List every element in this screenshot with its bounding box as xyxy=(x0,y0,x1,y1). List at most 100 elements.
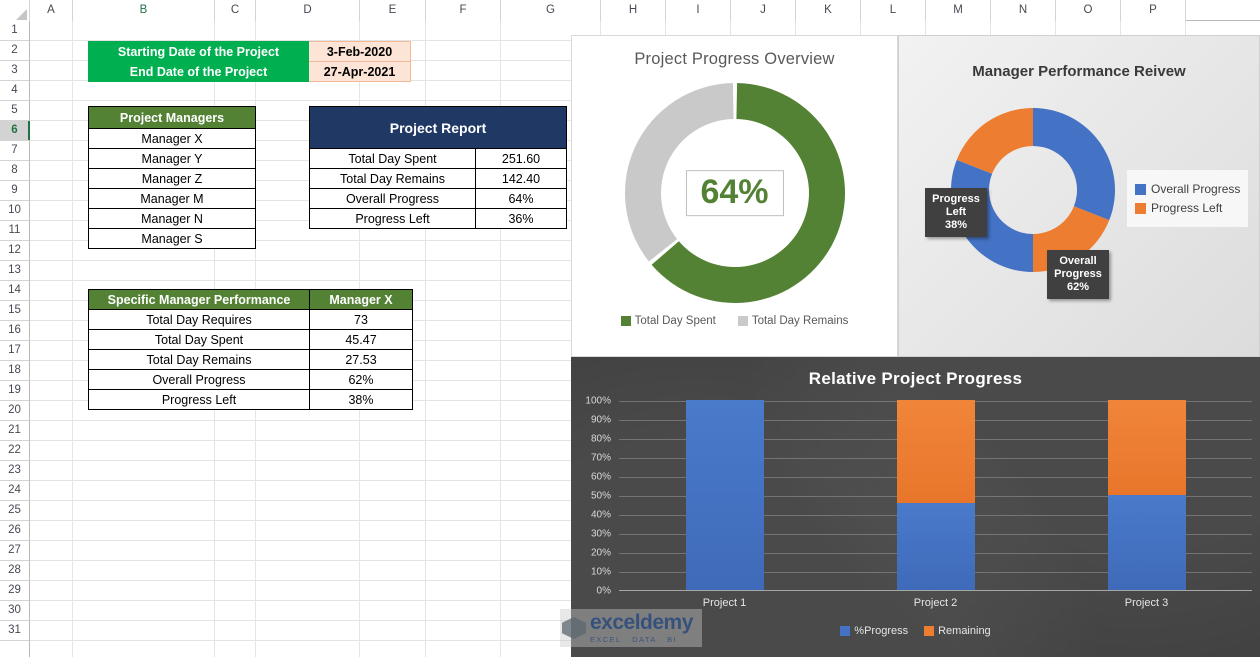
row-header-29[interactable]: 29 xyxy=(0,581,29,601)
legend-item[interactable]: Remaining xyxy=(924,625,991,637)
row-header-21[interactable]: 21 xyxy=(0,421,29,441)
column-header-f[interactable]: F xyxy=(426,0,501,21)
row-header-28[interactable]: 28 xyxy=(0,561,29,581)
row-header-30[interactable]: 30 xyxy=(0,601,29,621)
performance-value[interactable]: 38% xyxy=(309,389,413,410)
column-header-k[interactable]: K xyxy=(796,0,861,21)
legend-item[interactable]: Progress Left xyxy=(1135,201,1240,215)
legend-item[interactable]: %Progress xyxy=(840,625,908,637)
chart-plot-area: 100% 90% 80% 70% 60% 50% 40% 30% 20% 10% 0% Projec… xyxy=(571,396,1260,609)
column-header-n[interactable]: N xyxy=(991,0,1056,21)
start-date-value[interactable]: 3-Feb-2020 xyxy=(308,41,411,62)
manager-cell[interactable]: Manager X xyxy=(88,128,256,149)
project-managers-header: Project Managers xyxy=(88,106,256,129)
report-value[interactable]: 36% xyxy=(475,208,567,229)
donut-segment[interactable] xyxy=(956,108,1033,174)
row-header-16[interactable]: 16 xyxy=(0,321,29,341)
legend-item[interactable]: Total Day Remains xyxy=(737,315,848,327)
bar-segment[interactable] xyxy=(896,502,975,590)
row-header-9[interactable]: 9 xyxy=(0,181,29,201)
row-header-27[interactable]: 27 xyxy=(0,541,29,561)
row-header-22[interactable]: 22 xyxy=(0,441,29,461)
bar-segment[interactable] xyxy=(685,400,764,590)
column-header-o[interactable]: O xyxy=(1056,0,1121,21)
performance-value[interactable]: 45.47 xyxy=(309,329,413,350)
data-label-name: Progress Left xyxy=(932,193,980,218)
performance-value[interactable]: 27.53 xyxy=(309,349,413,370)
column-header-c[interactable]: C xyxy=(215,0,256,21)
column-header-p[interactable]: P xyxy=(1121,0,1186,21)
relative-project-progress-chart[interactable]: Relative Project Progress 100% 90% 80% 70% 6… xyxy=(571,357,1260,657)
row-header-17[interactable]: 17 xyxy=(0,341,29,361)
row-header-25[interactable]: 25 xyxy=(0,501,29,521)
table-row: Manager S xyxy=(88,228,256,249)
row-header-12[interactable]: 12 xyxy=(0,241,29,261)
row-header-10[interactable]: 10 xyxy=(0,201,29,221)
excel-worksheet: ABCDEFGHIJKLMNOP 1 2 3 4 5 6 7 8 9 10 11 12 13 14 15 16… xyxy=(0,0,1260,657)
bar-stack[interactable] xyxy=(896,400,975,590)
legend-label: Total Day Spent xyxy=(634,315,716,327)
bar-segment[interactable] xyxy=(1107,495,1186,590)
row-header-19[interactable]: 19 xyxy=(0,381,29,401)
y-axis-tick-label: 50% xyxy=(590,490,611,502)
row-header-2[interactable]: 2 xyxy=(0,41,29,61)
bar-segment[interactable] xyxy=(896,400,975,503)
row-header-23[interactable]: 23 xyxy=(0,461,29,481)
report-value[interactable]: 251.60 xyxy=(475,148,567,169)
row-header-31[interactable]: 31 xyxy=(0,621,29,641)
column-header-d[interactable]: D xyxy=(256,0,360,21)
manager-cell[interactable]: Manager Y xyxy=(88,148,256,169)
column-header-a[interactable]: A xyxy=(30,0,73,21)
column-header-b[interactable]: B xyxy=(73,0,215,21)
row-header-4[interactable]: 4 xyxy=(0,81,29,101)
row-header-14[interactable]: 14 xyxy=(0,281,29,301)
row-header-20[interactable]: 20 xyxy=(0,401,29,421)
select-all-corner[interactable] xyxy=(0,0,30,21)
donut-segment[interactable] xyxy=(1033,108,1115,221)
specific-performance-header-value[interactable]: Manager X xyxy=(309,289,413,310)
row-header-6[interactable]: 6 xyxy=(0,121,30,141)
row-header-8[interactable]: 8 xyxy=(0,161,29,181)
legend-item[interactable]: Total Day Spent xyxy=(620,315,716,327)
report-value[interactable]: 64% xyxy=(475,188,567,209)
performance-value[interactable]: 62% xyxy=(309,369,413,390)
y-axis-tick-label: 90% xyxy=(590,414,611,426)
column-header-l[interactable]: L xyxy=(861,0,926,21)
performance-value[interactable]: 73 xyxy=(309,309,413,330)
chart-legend: %Progress Remaining xyxy=(571,625,1260,637)
report-value[interactable]: 142.40 xyxy=(475,168,567,189)
manager-cell[interactable]: Manager N xyxy=(88,208,256,229)
row-header-18[interactable]: 18 xyxy=(0,361,29,381)
column-header-i[interactable]: I xyxy=(666,0,731,21)
manager-cell[interactable]: Manager S xyxy=(88,228,256,249)
project-progress-overview-chart[interactable]: Project Progress Overview 64% Total Day … xyxy=(571,35,898,357)
manager-cell[interactable]: Manager M xyxy=(88,188,256,209)
row-header-15[interactable]: 15 xyxy=(0,301,29,321)
table-header-row: Specific Manager Performance Manager X xyxy=(88,289,413,310)
bar-stack[interactable] xyxy=(1107,400,1186,590)
row-header-3[interactable]: 3 xyxy=(0,61,29,81)
data-label-value: 38% xyxy=(944,218,968,231)
row-header-5[interactable]: 5 xyxy=(0,101,29,121)
bar-segment[interactable] xyxy=(1107,400,1186,495)
bar-stack[interactable] xyxy=(685,400,764,590)
manager-cell[interactable]: Manager Z xyxy=(88,168,256,189)
column-header-h[interactable]: H xyxy=(601,0,666,21)
table-row: Manager Z xyxy=(88,168,256,189)
row-header-26[interactable]: 26 xyxy=(0,521,29,541)
column-header-g[interactable]: G xyxy=(501,0,601,21)
row-header-1[interactable]: 1 xyxy=(0,21,29,41)
column-header-e[interactable]: E xyxy=(360,0,426,21)
row-header-13[interactable]: 13 xyxy=(0,261,29,281)
column-header-j[interactable]: J xyxy=(731,0,796,21)
manager-performance-review-chart[interactable]: Manager Performance Reivew Progress Left… xyxy=(898,35,1260,357)
row-header-7[interactable]: 7 xyxy=(0,141,29,161)
row-header-24[interactable]: 24 xyxy=(0,481,29,501)
table-row: End Date of the Project 27-Apr-2021 xyxy=(88,61,411,82)
end-date-value[interactable]: 27-Apr-2021 xyxy=(308,61,411,82)
row-header-11[interactable]: 11 xyxy=(0,221,29,241)
legend-item[interactable]: Overall Progress xyxy=(1135,182,1240,196)
table-row: Manager Y xyxy=(88,148,256,169)
column-header-m[interactable]: M xyxy=(926,0,991,21)
table-row: Manager N xyxy=(88,208,256,229)
